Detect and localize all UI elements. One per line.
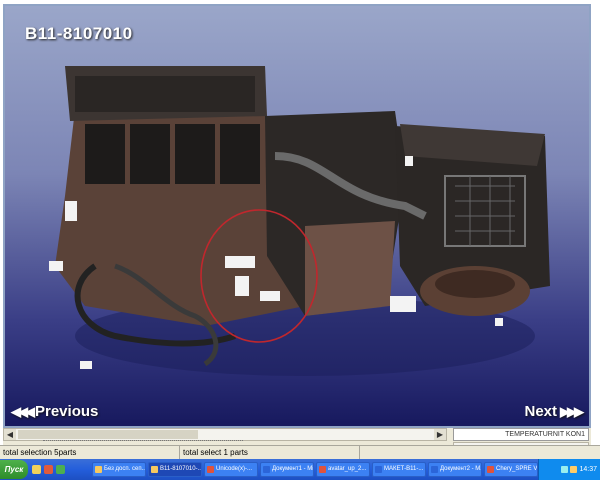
window-app-icon <box>207 466 214 473</box>
triple-arrow-left-icon: ◀◀◀ <box>11 403 35 419</box>
start-button[interactable]: Пуск <box>0 460 28 479</box>
window-app-icon <box>95 466 102 473</box>
triple-arrow-right-icon: ▶▶▶ <box>560 403 584 419</box>
taskbar-button-label: Chery_SPRE V2... <box>496 466 538 472</box>
next-label: Next <box>524 403 557 420</box>
status-bar: total selection 5parts total select 1 pa… <box>0 445 600 460</box>
taskbar-button-label: Без досп. сеп... <box>104 466 146 472</box>
taskbar-button-label: Документ1 - Micr... <box>272 466 313 472</box>
window-app-icon <box>431 466 438 473</box>
taskbar-button[interactable]: Chery_SPRE V2... <box>484 462 538 477</box>
system-tray: 14:37 <box>538 459 600 480</box>
taskbar-button[interactable]: avatar_up_2... <box>316 462 370 477</box>
window-app-icon <box>263 466 270 473</box>
window-app-icon <box>151 466 158 473</box>
status-select-count: total select 1 parts <box>180 446 360 460</box>
window-app-icon <box>319 466 326 473</box>
next-button[interactable]: Next ▶▶▶ <box>524 403 584 420</box>
taskbar-button[interactable]: Документ1 - Micr... <box>260 462 314 477</box>
taskbar-button[interactable]: Без досп. сеп... <box>92 462 146 477</box>
window-app-icon <box>487 466 494 473</box>
previous-label: Previous <box>35 403 99 420</box>
part-number-title: B11-8107010 <box>25 24 133 43</box>
scroll-left-icon[interactable]: ◀ <box>4 429 16 440</box>
taskbar-button[interactable]: B11-8107010-... <box>148 462 202 477</box>
taskbar-button-label: Документ2 - M... <box>440 466 482 472</box>
scroll-right-icon[interactable]: ▶ <box>434 429 446 440</box>
network-icon[interactable] <box>561 466 569 473</box>
scrollbar-thumb[interactable] <box>18 430 198 439</box>
taskbar-button[interactable]: Документ2 - M... <box>428 462 482 477</box>
heater-assembly-photo <box>49 66 550 376</box>
volume-icon[interactable] <box>570 466 578 473</box>
window-app-icon <box>375 466 382 473</box>
taskbar-button-label: МАКЕТ-B11-... <box>384 466 424 472</box>
taskbar-button-label: avatar_up_2... <box>328 466 367 472</box>
windows-taskbar: Пуск Без досп. сеп... B11-8107010-... Unic… <box>0 459 600 480</box>
part-name-cell: TEMPERATURNIT KON1 <box>453 428 589 441</box>
status-selection-count: total selection 5parts <box>0 446 180 460</box>
folder-icon[interactable] <box>32 465 41 474</box>
quick-launch <box>30 465 92 474</box>
taskbar-button[interactable]: Unicode(x)-... <box>204 462 258 477</box>
taskbar-button[interactable]: МАКЕТ-B11-... <box>372 462 426 477</box>
part-image-viewer: B11-8107010 ◀◀◀ Previous Next ▶▶▶ <box>3 4 591 428</box>
taskbar-tasks: Без досп. сеп... B11-8107010-... Unicode(x… <box>92 462 538 477</box>
clock: 14:37 <box>579 466 597 473</box>
app-icon[interactable] <box>56 465 65 474</box>
previous-button[interactable]: ◀◀◀ Previous <box>11 403 98 420</box>
status-empty <box>360 446 600 460</box>
taskbar-button-label: B11-8107010-... <box>160 466 202 472</box>
browser-icon[interactable] <box>44 465 53 474</box>
parts-grid-row <box>43 440 243 444</box>
taskbar-button-label: Unicode(x)-... <box>216 466 253 472</box>
